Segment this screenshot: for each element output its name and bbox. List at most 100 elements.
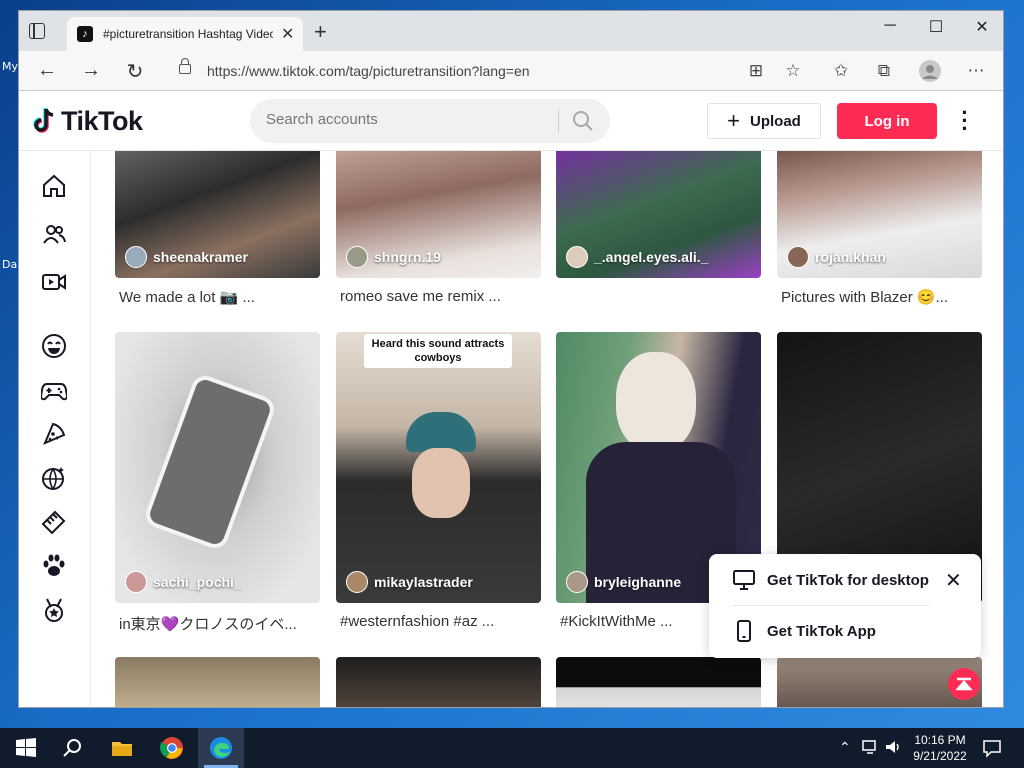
upload-button[interactable]: + Upload: [707, 103, 821, 139]
avatar: [566, 246, 588, 268]
network-icon[interactable]: [862, 738, 880, 756]
video-thumbnail[interactable]: shngrn.19: [336, 151, 541, 278]
chrome-icon[interactable]: [160, 736, 184, 760]
favorites-icon[interactable]: ✩: [829, 61, 853, 81]
video-thumbnail[interactable]: rojan.khan: [777, 151, 982, 278]
more-options-icon[interactable]: · · ·: [957, 102, 973, 140]
avatar: [566, 571, 588, 593]
url-field[interactable]: https://www.tiktok.com/tag/picturetransi…: [167, 55, 755, 87]
author-name: mikaylastrader: [374, 574, 473, 590]
home-icon[interactable]: [41, 173, 67, 199]
notifications-icon[interactable]: [982, 738, 1002, 758]
search-taskbar-icon[interactable]: [61, 736, 85, 760]
address-bar: ← → ↻ https://www.tiktok.com/tag/picture…: [19, 51, 1003, 91]
minimize-icon[interactable]: ─: [867, 17, 913, 35]
video-author[interactable]: sachi_pochi_: [125, 571, 242, 593]
video-caption: Pictures with Blazer 😊...: [781, 289, 949, 306]
back-icon[interactable]: ←: [33, 59, 61, 82]
taskbar-clock[interactable]: 10:16 PM 9/21/2022: [908, 732, 972, 764]
get-app-link[interactable]: Get TikTok App: [733, 620, 876, 642]
video-thumbnail[interactable]: [556, 657, 761, 707]
video-author[interactable]: mikaylastrader: [346, 571, 473, 593]
search-icon[interactable]: [572, 110, 594, 132]
video-card[interactable]: shngrn.19 romeo save me remix ...: [336, 151, 541, 305]
settings-menu-icon[interactable]: ⋯: [964, 61, 988, 81]
refresh-icon[interactable]: ↻: [121, 59, 149, 84]
edge-taskbar-slot[interactable]: [198, 728, 244, 768]
video-caption: We made a lot 📷 ...: [119, 289, 255, 306]
video-card[interactable]: sachi_pochi_ in東京💜クロノスのイベ...: [115, 332, 320, 634]
sidebar: [19, 151, 91, 707]
desktop-label-my: My: [2, 60, 19, 73]
beauty-icon[interactable]: [41, 509, 67, 535]
video-author[interactable]: _.angel.eyes.ali._: [566, 246, 708, 268]
following-icon[interactable]: [41, 221, 67, 247]
monitor-icon: [733, 570, 755, 590]
get-desktop-link[interactable]: Get TikTok for desktop: [733, 570, 929, 590]
video-card[interactable]: [556, 657, 761, 707]
author-name: shngrn.19: [374, 249, 441, 265]
video-author[interactable]: bryleighanne: [566, 571, 681, 593]
author-name: rojan.khan: [815, 249, 886, 265]
tiktok-logo[interactable]: TikTok: [33, 105, 143, 137]
video-thumbnail[interactable]: sheenakramer: [115, 151, 320, 278]
achievement-icon[interactable]: [41, 597, 67, 623]
tab-close-icon[interactable]: ✕: [281, 24, 294, 44]
windows-start-icon[interactable]: [14, 736, 38, 760]
video-card[interactable]: [115, 657, 320, 707]
video-thumbnail[interactable]: _.angel.eyes.ali._: [556, 151, 761, 278]
desktop-label-da: Da: [2, 258, 18, 271]
tab-title: #picturetransition Hashtag Videos: [103, 27, 273, 41]
scroll-to-top-button[interactable]: [948, 668, 980, 700]
tab-bar: ♪ #picturetransition Hashtag Videos ✕ + …: [19, 11, 1003, 51]
search-bar: [250, 99, 610, 143]
tiktok-favicon-icon: ♪: [77, 26, 93, 42]
tab-actions-icon[interactable]: [29, 23, 45, 39]
tiktok-header: TikTok + Upload Log in ···: [19, 91, 1003, 151]
video-caption: romeo save me remix ...: [340, 288, 501, 305]
video-author[interactable]: rojan.khan: [787, 246, 886, 268]
video-thumbnail[interactable]: Heard this sound attracts cowboys mikayl…: [336, 332, 541, 603]
avatar: [346, 571, 368, 593]
video-card[interactable]: _.angel.eyes.ali._: [556, 151, 761, 288]
browser-tab[interactable]: ♪ #picturetransition Hashtag Videos ✕: [67, 17, 303, 51]
logo-text: TikTok: [61, 105, 143, 136]
comedy-icon[interactable]: [41, 333, 67, 359]
video-thumbnail[interactable]: [336, 657, 541, 707]
search-input[interactable]: [266, 111, 546, 128]
video-card[interactable]: rojan.khan Pictures with Blazer 😊...: [777, 151, 982, 306]
maximize-icon[interactable]: ☐: [913, 17, 959, 37]
video-card[interactable]: [336, 657, 541, 707]
login-button[interactable]: Log in: [837, 103, 937, 139]
forward-icon[interactable]: →: [77, 59, 105, 82]
animals-icon[interactable]: [41, 553, 67, 579]
video-card[interactable]: sheenakramer We made a lot 📷 ...: [115, 151, 320, 306]
app-available-icon[interactable]: ⊞: [744, 61, 768, 81]
popup-close-icon[interactable]: ✕: [945, 568, 962, 593]
file-explorer-icon[interactable]: [110, 736, 134, 760]
video-thumbnail[interactable]: sachi_pochi_: [115, 332, 320, 603]
avatar: [125, 246, 147, 268]
face-image: [616, 352, 696, 452]
food-icon[interactable]: [41, 421, 67, 447]
chevron-up-icon[interactable]: ⌃: [839, 739, 851, 756]
sports-icon[interactable]: [41, 465, 67, 491]
author-name: bryleighanne: [594, 574, 682, 590]
avatar: [346, 246, 368, 268]
video-author[interactable]: sheenakramer: [125, 246, 248, 268]
live-icon[interactable]: [41, 269, 67, 295]
profile-icon[interactable]: [918, 59, 942, 88]
url-text: https://www.tiktok.com/tag/picturetransi…: [207, 63, 530, 79]
lock-icon[interactable]: [179, 58, 191, 74]
video-author[interactable]: shngrn.19: [346, 246, 441, 268]
avatar: [787, 246, 809, 268]
video-card[interactable]: Heard this sound attracts cowboys mikayl…: [336, 332, 541, 630]
video-thumbnail[interactable]: [115, 657, 320, 707]
close-window-icon[interactable]: ✕: [959, 17, 1003, 37]
gaming-icon[interactable]: [41, 377, 67, 403]
avatar: [125, 571, 147, 593]
volume-icon[interactable]: [884, 738, 902, 756]
new-tab-icon[interactable]: +: [314, 19, 327, 45]
add-favorite-icon[interactable]: ☆: [781, 61, 805, 81]
collections-icon[interactable]: ⧉: [872, 61, 896, 81]
